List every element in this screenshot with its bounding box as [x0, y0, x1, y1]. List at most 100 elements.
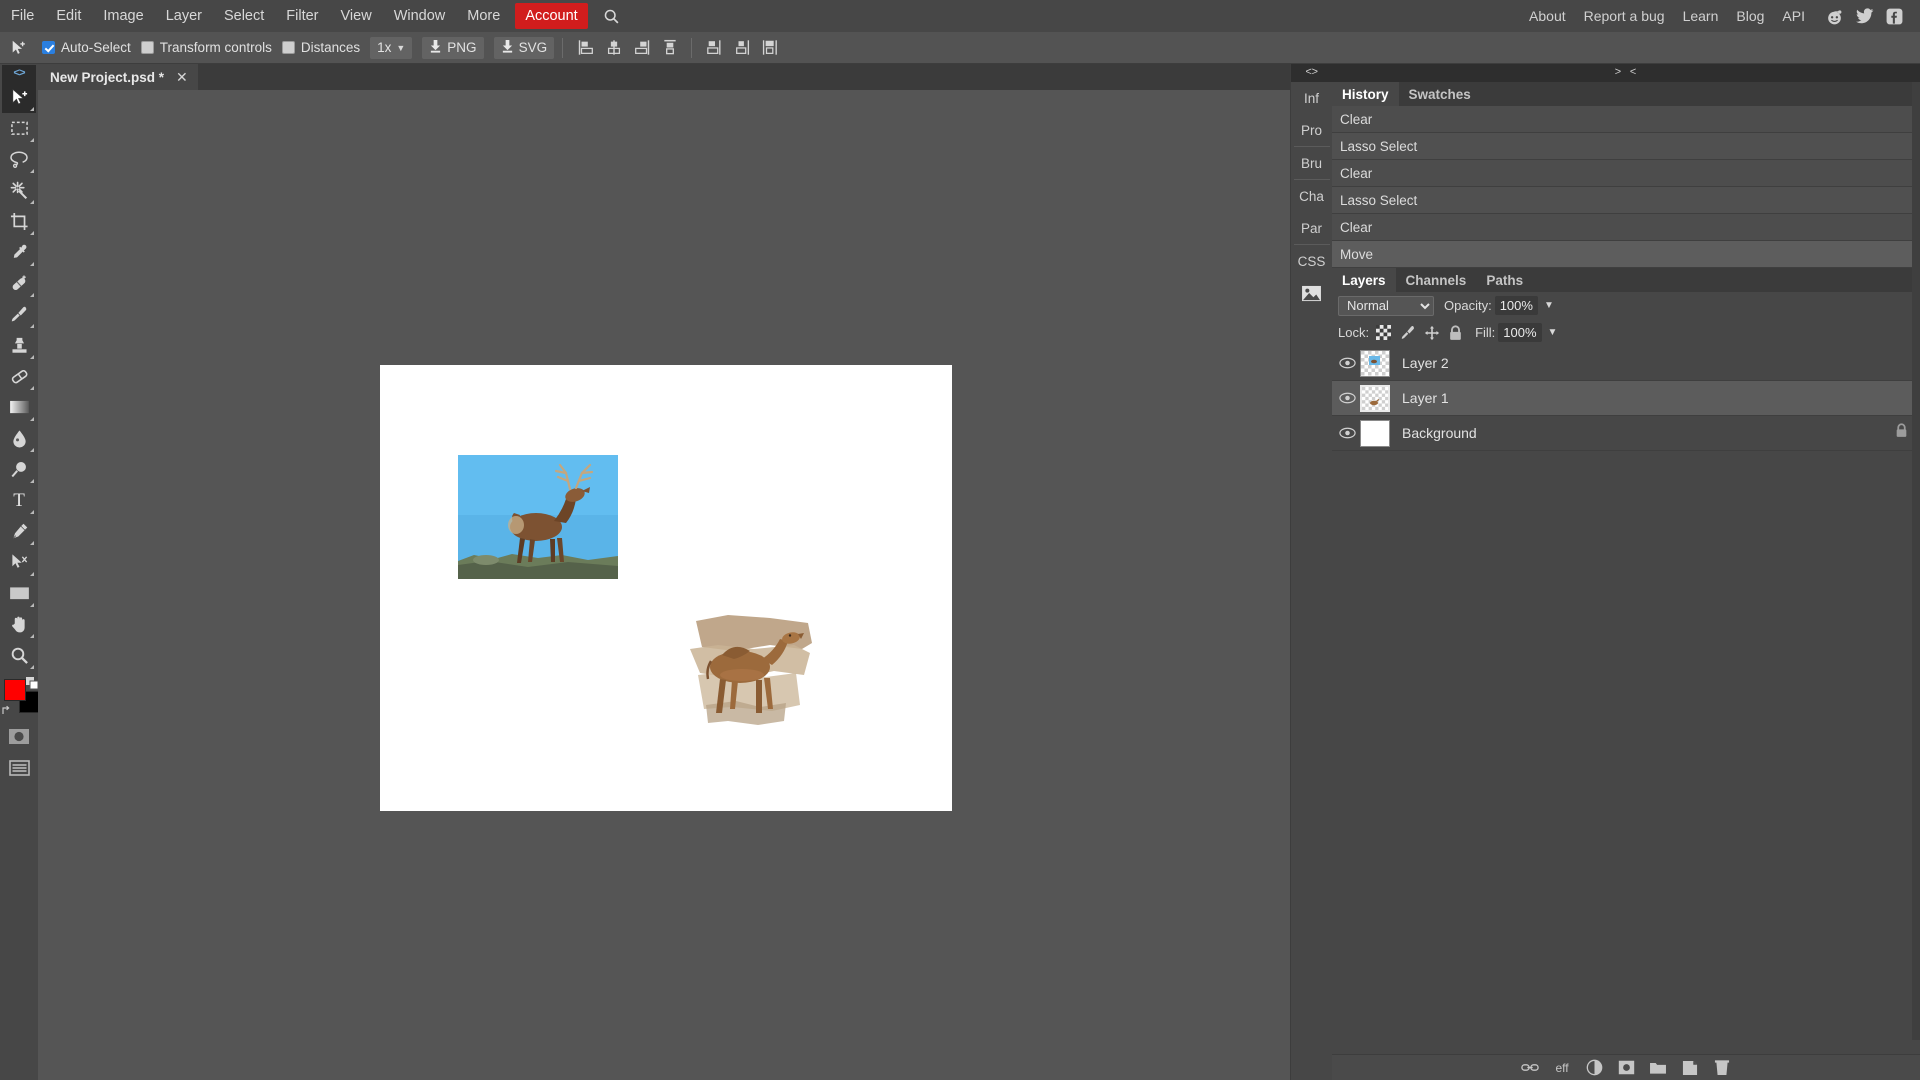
path-select-tool[interactable]	[2, 547, 36, 578]
menu-item-file[interactable]: File	[0, 3, 45, 30]
distances-checkbox-box[interactable]	[281, 41, 295, 54]
swap-colors-icon[interactable]	[1, 703, 13, 715]
layer-mask-icon[interactable]	[1617, 1059, 1635, 1077]
crop-tool[interactable]	[2, 206, 36, 237]
blend-mode-select[interactable]: Normal	[1338, 295, 1434, 316]
magic-wand-tool[interactable]	[2, 175, 36, 206]
layer-thumbnail[interactable]	[1360, 349, 1390, 377]
tab-swatches[interactable]: Swatches	[1399, 82, 1481, 106]
eye-icon[interactable]	[1336, 427, 1358, 439]
foreground-color-swatch[interactable]	[4, 679, 26, 701]
move-tool[interactable]	[2, 82, 36, 113]
lock-position-icon[interactable]	[1422, 323, 1441, 342]
rail-button-css[interactable]: CSS	[1291, 245, 1333, 277]
rail-button-properties[interactable]: Pro	[1291, 114, 1333, 146]
move-tool-icon[interactable]	[6, 35, 32, 61]
eraser-tool[interactable]	[2, 361, 36, 392]
pen-tool[interactable]	[2, 516, 36, 547]
lock-all-icon[interactable]	[1446, 323, 1465, 342]
hand-tool[interactable]	[2, 609, 36, 640]
export-svg-button[interactable]: SVG	[493, 36, 555, 59]
layer-row-background[interactable]: Background	[1332, 416, 1920, 451]
search-icon[interactable]	[602, 6, 622, 26]
menu-item-window[interactable]: Window	[383, 3, 457, 30]
rectangular-marquee-tool[interactable]	[2, 113, 36, 144]
layer-thumbnail[interactable]	[1360, 384, 1390, 412]
eye-icon[interactable]	[1336, 357, 1358, 369]
menu-item-select[interactable]: Select	[213, 3, 275, 30]
quick-mask-button[interactable]	[2, 721, 36, 752]
fill-value[interactable]: 100%	[1498, 323, 1542, 342]
clone-stamp-tool[interactable]	[2, 330, 36, 361]
menu-item-edit[interactable]: Edit	[45, 3, 92, 30]
menu-item-more[interactable]: More	[456, 3, 511, 30]
rail-button-character[interactable]: Cha	[1291, 180, 1333, 212]
panel-collapse-handle[interactable]: > <	[1332, 64, 1920, 82]
layer-row-layer-1[interactable]: Layer 1	[1332, 381, 1920, 416]
layer-row-layer-2[interactable]: Layer 2	[1332, 346, 1920, 381]
auto-select-checkbox[interactable]: Auto-Select	[42, 40, 131, 55]
link-layers-icon[interactable]	[1521, 1059, 1539, 1077]
lasso-tool[interactable]	[2, 144, 36, 175]
distribute-horizontal-icon[interactable]	[758, 36, 784, 60]
history-list[interactable]: Clear Lasso Select Clear Lasso Select Cl…	[1332, 106, 1920, 268]
menu-item-image[interactable]: Image	[92, 3, 154, 30]
account-button[interactable]: Account	[515, 3, 588, 29]
healing-brush-tool[interactable]	[2, 268, 36, 299]
zoom-tool[interactable]	[2, 640, 36, 671]
history-item[interactable]: Clear	[1332, 214, 1920, 241]
history-item-current[interactable]: Move	[1332, 241, 1920, 268]
elk-image[interactable]	[458, 455, 618, 579]
opacity-slider-chevron-icon[interactable]: ▼	[1544, 300, 1554, 311]
color-swatches[interactable]	[1, 677, 41, 717]
link-about[interactable]: About	[1520, 3, 1575, 29]
layer-thumbnail[interactable]	[1360, 419, 1390, 447]
reddit-icon[interactable]	[1825, 7, 1844, 26]
delete-layer-icon[interactable]	[1713, 1059, 1731, 1077]
link-blog[interactable]: Blog	[1727, 3, 1773, 29]
blur-tool[interactable]	[2, 423, 36, 454]
close-icon[interactable]: ✕	[176, 69, 188, 86]
layer-effects-icon[interactable]: eff	[1553, 1059, 1571, 1077]
new-group-icon[interactable]	[1649, 1059, 1667, 1077]
new-layer-icon[interactable]	[1681, 1059, 1699, 1077]
link-learn[interactable]: Learn	[1674, 3, 1728, 29]
transform-controls-checkbox[interactable]: Transform controls	[140, 40, 272, 55]
code-toggle-button[interactable]: <>	[2, 65, 36, 82]
align-bottom-icon[interactable]	[730, 36, 756, 60]
export-png-button[interactable]: PNG	[422, 36, 484, 59]
twitter-icon[interactable]	[1855, 7, 1874, 26]
lock-image-pixels-icon[interactable]	[1398, 323, 1417, 342]
align-top-icon[interactable]	[657, 36, 683, 60]
link-api[interactable]: API	[1773, 3, 1814, 29]
history-item[interactable]: Lasso Select	[1332, 133, 1920, 160]
image-icon[interactable]	[1291, 277, 1333, 309]
type-tool[interactable]: T	[2, 485, 36, 516]
align-middle-icon[interactable]	[702, 36, 728, 60]
link-report-a-bug[interactable]: Report a bug	[1575, 3, 1674, 29]
eyedropper-tool[interactable]	[2, 237, 36, 268]
rail-button-brushes[interactable]: Bru	[1291, 147, 1333, 179]
canvas-page[interactable]	[380, 365, 952, 811]
rail-button-paragraph[interactable]: Par	[1291, 212, 1333, 244]
camel-image[interactable]	[674, 609, 834, 733]
dodge-tool[interactable]	[2, 454, 36, 485]
history-item[interactable]: Clear	[1332, 160, 1920, 187]
lock-transparent-pixels-icon[interactable]	[1374, 323, 1393, 342]
shape-tool[interactable]	[2, 578, 36, 609]
history-item[interactable]: Lasso Select	[1332, 187, 1920, 214]
fill-slider-chevron-icon[interactable]: ▼	[1548, 327, 1558, 338]
eye-icon[interactable]	[1336, 392, 1358, 404]
dock-rail-expand-handle[interactable]: <>	[1290, 64, 1333, 82]
align-left-icon[interactable]	[573, 36, 599, 60]
facebook-icon[interactable]	[1885, 7, 1904, 26]
distances-checkbox[interactable]: Distances	[281, 40, 360, 55]
opacity-value[interactable]: 100%	[1494, 296, 1538, 315]
panel-scrollbar-track[interactable]	[1912, 82, 1920, 1040]
align-center-horizontal-icon[interactable]	[601, 36, 627, 60]
document-tab[interactable]: New Project.psd * ✕	[38, 64, 198, 90]
zoom-factor-dropdown[interactable]: 1x ▼	[370, 36, 413, 59]
tab-layers[interactable]: Layers	[1332, 268, 1396, 292]
align-right-icon[interactable]	[629, 36, 655, 60]
tab-history[interactable]: History	[1332, 82, 1399, 106]
